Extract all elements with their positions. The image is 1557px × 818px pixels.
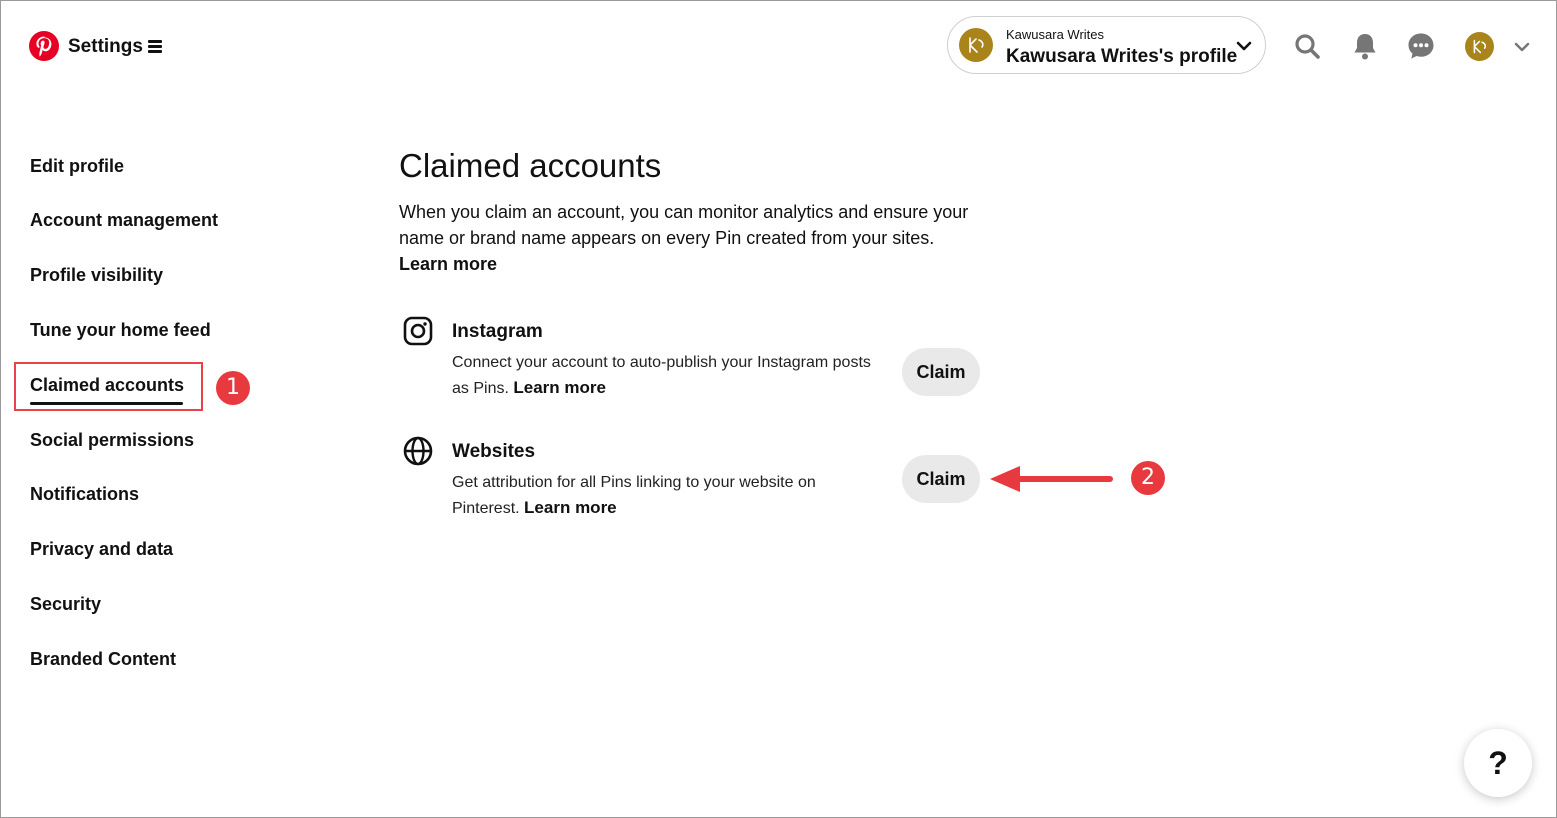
intro-text: When you claim an account, you can monit… xyxy=(399,199,979,277)
annotation-badge-2: 2 xyxy=(1131,461,1165,495)
sidebar-item-tune-home-feed[interactable]: Tune your home feed xyxy=(30,320,211,341)
claim-instagram-button[interactable]: Claim xyxy=(902,348,980,396)
chevron-down-icon[interactable] xyxy=(1514,40,1530,52)
globe-icon xyxy=(403,436,433,466)
sidebar-item-edit-profile[interactable]: Edit profile xyxy=(30,156,124,177)
search-icon[interactable] xyxy=(1293,32,1321,60)
active-indicator xyxy=(30,402,183,405)
sidebar-item-notifications[interactable]: Notifications xyxy=(30,484,139,505)
section-title: Claimed accounts xyxy=(399,147,662,184)
intro-description: When you claim an account, you can monit… xyxy=(399,202,969,248)
profile-switcher[interactable]: Kawusara Writes Kawusara Writes's profil… xyxy=(947,16,1266,74)
claim-websites-button[interactable]: Claim xyxy=(902,455,980,503)
sidebar-item-social-permissions[interactable]: Social permissions xyxy=(30,430,194,451)
sidebar-item-profile-visibility[interactable]: Profile visibility xyxy=(30,265,163,286)
sidebar-item-account-management[interactable]: Account management xyxy=(30,210,218,231)
annotation-badge-1: 1 xyxy=(216,371,250,405)
instagram-icon xyxy=(403,316,433,346)
menu-icon[interactable] xyxy=(148,40,162,53)
websites-description: Get attribution for all Pins linking to … xyxy=(452,470,872,521)
instagram-title: Instagram xyxy=(452,321,543,342)
profile-account-name: Kawusara Writes xyxy=(1006,27,1105,42)
learn-more-link[interactable]: Learn more xyxy=(399,254,497,274)
websites-description-text: Get attribution for all Pins linking to … xyxy=(452,474,816,517)
sidebar-item-privacy-and-data[interactable]: Privacy and data xyxy=(30,539,173,560)
instagram-learn-more-link[interactable]: Learn more xyxy=(513,378,606,397)
annotation-arrow xyxy=(988,462,1118,496)
sidebar-item-security[interactable]: Security xyxy=(30,594,101,615)
avatar xyxy=(959,28,993,62)
websites-learn-more-link[interactable]: Learn more xyxy=(524,498,617,517)
instagram-description: Connect your account to auto-publish you… xyxy=(452,350,872,401)
bell-icon[interactable] xyxy=(1351,32,1379,60)
pinterest-logo[interactable] xyxy=(29,31,59,61)
messages-icon[interactable] xyxy=(1407,32,1435,60)
sidebar-item-claimed-accounts[interactable]: Claimed accounts xyxy=(30,375,184,396)
avatar[interactable] xyxy=(1465,32,1494,61)
websites-title: Websites xyxy=(452,441,536,462)
chevron-down-icon[interactable] xyxy=(1236,39,1252,51)
profile-label: Kawusara Writes's profile xyxy=(1006,46,1238,67)
sidebar-item-branded-content[interactable]: Branded Content xyxy=(30,649,176,670)
help-button[interactable]: ? xyxy=(1464,729,1532,797)
window-frame xyxy=(0,0,1557,818)
page-title: Settings xyxy=(68,36,143,57)
